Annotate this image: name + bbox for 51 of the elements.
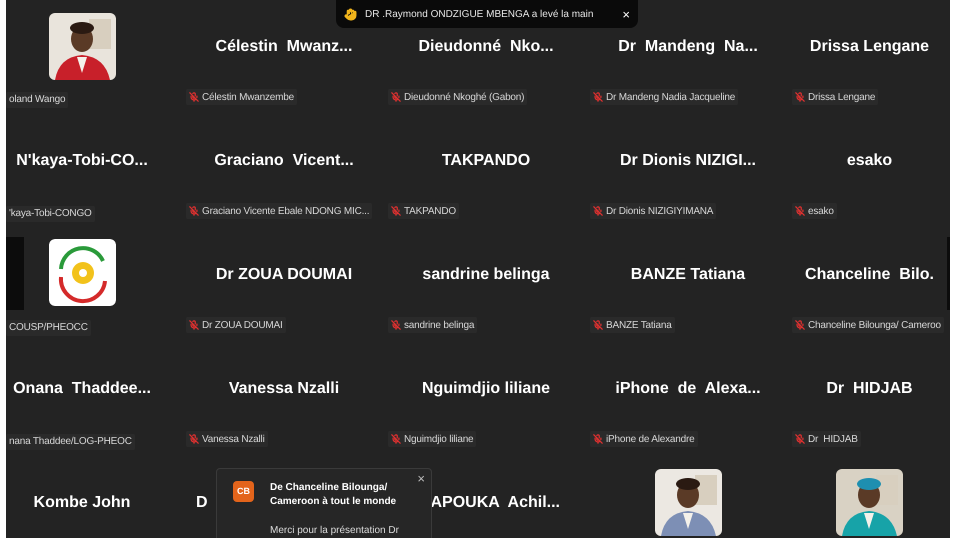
participant-name: Célestin Mwanz... (216, 37, 352, 57)
raised-hand-icon (344, 8, 357, 20)
chat-sender: De Chanceline Bilounga/ Cameroon à tout le monde (270, 481, 398, 509)
name-label: Dr Mandeng Nadia Jacqueline (590, 89, 738, 105)
name-label: oland Wango (6, 92, 68, 108)
name-label: nana Thaddee/LOG-PHEOC (6, 434, 135, 450)
participant-name: esako (846, 151, 892, 171)
name-label: Célestin Mwanzembe (186, 89, 297, 105)
participant-name: Dr ZOUA DOUMAI (216, 265, 352, 285)
name-label: COUSP/PHEOCC (6, 320, 91, 336)
name-label: Vanessa Nzalli (186, 431, 268, 447)
name-label: Dr Dionis NIZIGIYIMANA (590, 203, 716, 219)
name-label: sandrine belinga (388, 317, 478, 333)
participant-name: Dieudonné Nko... (418, 37, 554, 57)
participant-name: N'kaya-Tobi-CO... (16, 151, 148, 171)
name-label: Drissa Lengane (792, 89, 878, 105)
name-label: Dr ZOUA DOUMAI (186, 317, 286, 333)
name-label: 'kaya-Tobi-CONGO (6, 206, 95, 222)
participant-name: Vanessa Nzalli (228, 379, 340, 399)
close-button[interactable]: × (417, 472, 425, 485)
participant-name: Chanceline Bilo. (805, 265, 934, 285)
participant-name: APOUKA Achil... (430, 493, 560, 513)
participant-name: Kombe John (34, 493, 130, 513)
participant-name: D (196, 493, 208, 513)
close-button[interactable]: × (622, 8, 630, 20)
logo (48, 239, 116, 306)
participant-name: iPhone de Alexa... (615, 379, 761, 399)
participant-name: Onana Thaddee... (13, 379, 151, 399)
participant-name: Dr Dionis NIZIGI... (620, 151, 756, 171)
participant-name: Dr HIDJAB (826, 379, 913, 399)
name-label: Dieudonné Nkoghé (Gabon) (388, 89, 528, 105)
name-label: Dr HIDJAB (792, 431, 861, 447)
name-label: iPhone de Alexandre (590, 431, 698, 447)
participant-name: Nguimdjio liliane (422, 379, 550, 399)
page-button[interactable] (947, 237, 950, 310)
name-label: Chanceline Bilounga/ Cameroo (792, 317, 944, 333)
name-label: Graciano Vicente Ebale NDONG MIC... (186, 203, 372, 219)
participant-name: sandrine belinga (422, 265, 550, 285)
participant-name: TAKPANDO (442, 151, 530, 171)
avatar: CB (233, 481, 254, 502)
name-label: TAKPANDO (388, 203, 459, 219)
participant-name: Dr Mandeng Na... (618, 37, 758, 57)
chat-message: Merci pour la présentation Dr (270, 525, 399, 536)
participant-name: BANZE Tatiana (630, 265, 746, 285)
notification-text: DR .Raymond ONDZIGUE MBENGA a levé la main (365, 8, 594, 22)
participant-name: Drissa Lengane (810, 37, 930, 57)
page-button[interactable] (6, 237, 24, 310)
name-label: Nguimdjio liliane (388, 431, 476, 447)
participant-name: Graciano Vicent... (214, 151, 354, 171)
name-label: esako (792, 203, 837, 219)
name-label: BANZE Tatiana (590, 317, 675, 333)
